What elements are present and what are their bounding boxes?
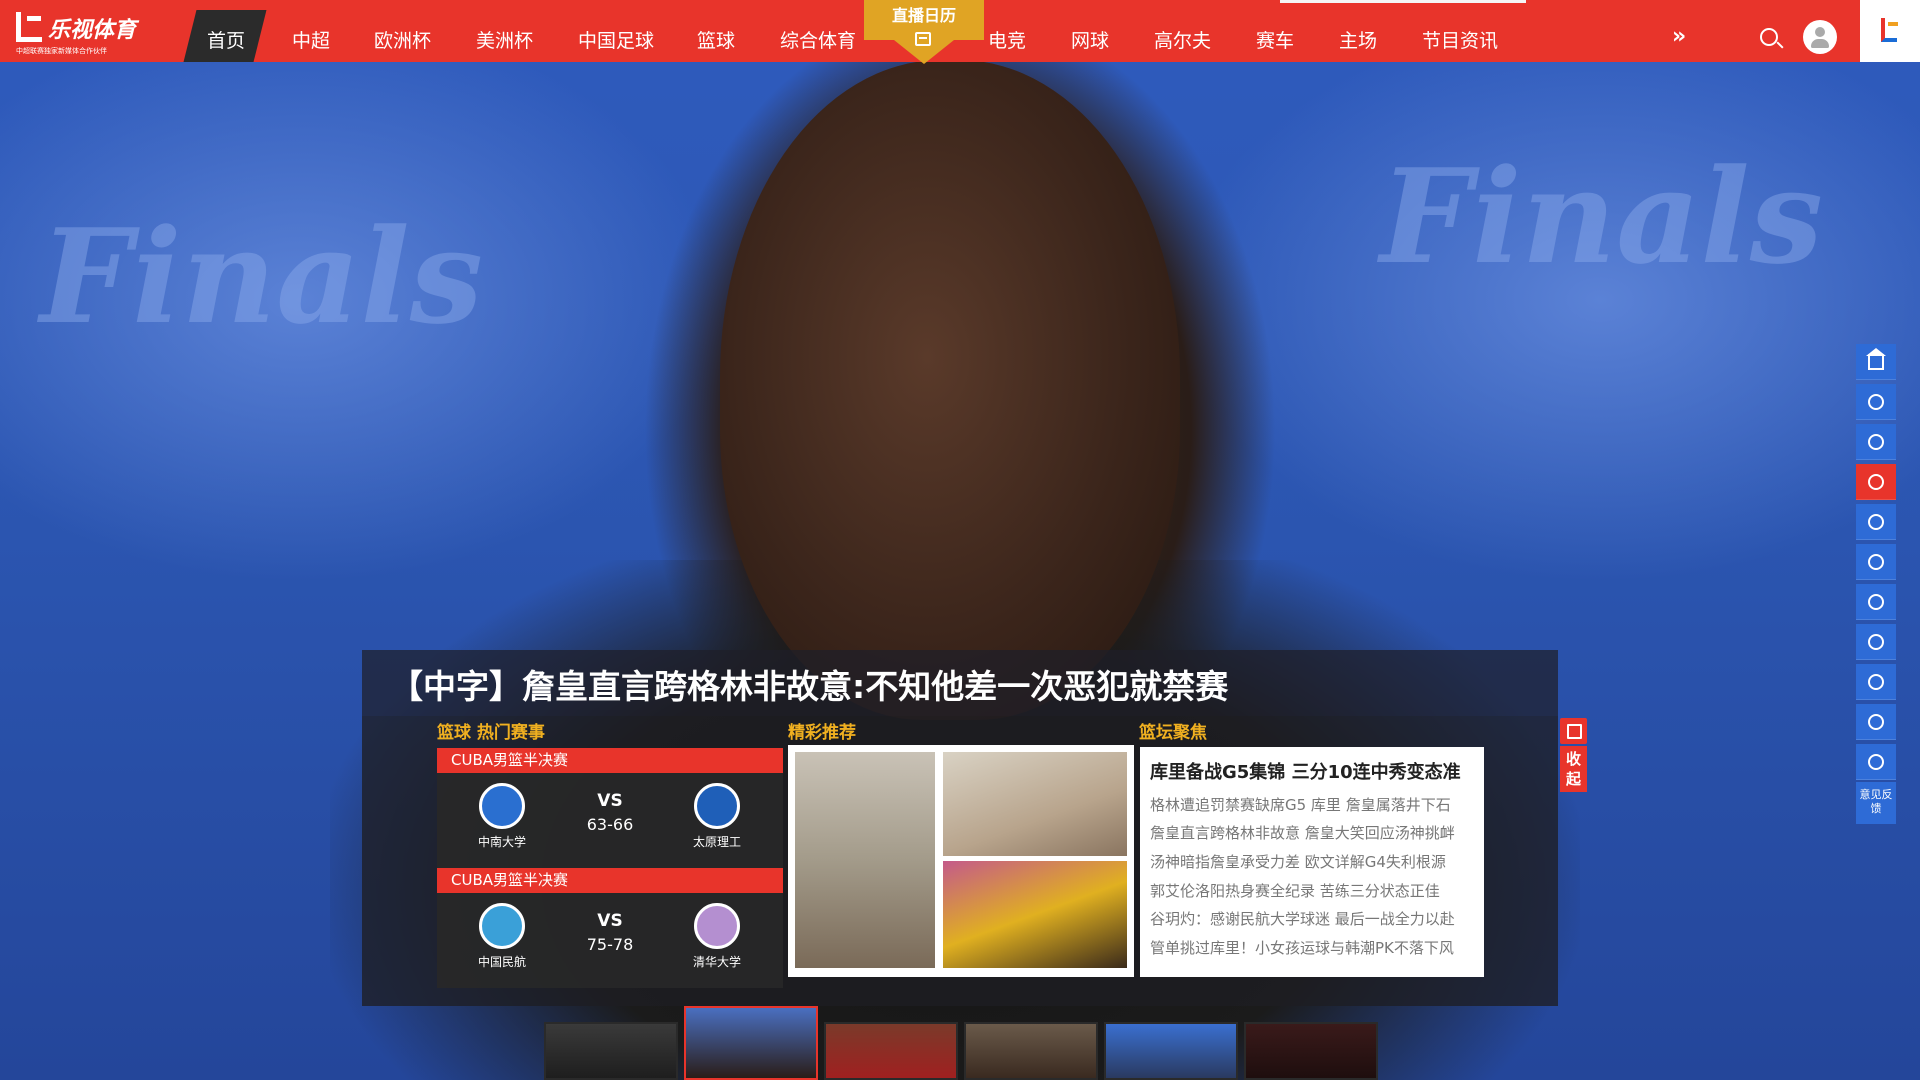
basketball-icon — [1868, 474, 1884, 490]
search-strip — [1280, 0, 1526, 3]
nav-item-basketball[interactable]: 篮球 — [697, 26, 735, 53]
focus-news-item[interactable]: 谷玥灼：感谢民航大学球迷 最后一战全力以赴 — [1150, 908, 1455, 929]
side-football-button[interactable] — [1856, 384, 1896, 420]
checkered-flag-icon — [1868, 674, 1884, 690]
side-golf-button[interactable] — [1856, 624, 1896, 660]
collapse-button[interactable]: 收起 — [1560, 746, 1587, 792]
football-icon — [1868, 394, 1884, 410]
match-score: VS 63-66 — [570, 791, 650, 834]
globe-ball-icon — [1868, 434, 1884, 450]
section-title-focus: 篮坛聚焦 — [1139, 723, 1207, 743]
match-card[interactable]: 中国民航 VS 75-78 清华大学 — [437, 893, 783, 988]
nav-item-programs[interactable]: 节目资讯 — [1422, 26, 1498, 53]
logo-tagline: 中超联赛独家新媒体合作伙伴 — [16, 47, 107, 55]
team-name: 太原理工 — [692, 835, 741, 849]
search-icon[interactable] — [1760, 28, 1778, 46]
match-card[interactable]: 中南大学 VS 63-66 太原理工 — [437, 773, 783, 868]
nav-item-racing[interactable]: 赛车 — [1256, 26, 1294, 53]
side-home-button[interactable] — [1856, 344, 1896, 380]
medal-icon — [1868, 514, 1884, 530]
side-quick-nav: 意见反馈 — [1856, 344, 1896, 824]
match-score: VS 75-78 — [570, 911, 650, 954]
hero-headline[interactable]: 【中字】詹皇直言跨格林非故意:不知他差一次恶犯就禁赛 — [390, 660, 1228, 708]
recommend-gallery — [788, 745, 1134, 977]
side-outdoor-button[interactable] — [1856, 704, 1896, 740]
match-league-label[interactable]: CUBA男篮半决赛 — [437, 748, 783, 773]
side-cycling-button[interactable] — [1856, 744, 1896, 780]
nav-item-copa[interactable]: 美洲杯 — [476, 26, 533, 53]
gamepad-icon — [1868, 554, 1884, 570]
recommend-thumb-bottom[interactable] — [943, 861, 1127, 968]
nav-item-china-football[interactable]: 中国足球 — [578, 26, 654, 53]
golf-icon — [1868, 634, 1884, 650]
nav-item-esports[interactable]: 电竞 — [988, 26, 1026, 53]
focus-news-item[interactable]: 汤神暗指詹皇承受力差 欧文详解G4失利根源 — [1150, 851, 1446, 872]
player-head — [720, 60, 1180, 720]
mountain-icon — [1868, 714, 1884, 730]
user-avatar-icon[interactable] — [1803, 20, 1837, 54]
team-name: 中国民航 — [477, 955, 526, 969]
share-button[interactable] — [1560, 718, 1587, 744]
team-name: 中南大学 — [477, 835, 526, 849]
carousel-thumb[interactable] — [544, 1022, 678, 1080]
nav-item-home[interactable]: 首页 — [207, 26, 245, 53]
carousel-thumb-active[interactable] — [684, 1006, 818, 1080]
calendar-icon — [915, 32, 931, 46]
nav-item-euro[interactable]: 欧洲杯 — [374, 26, 431, 53]
focus-news-item[interactable]: 詹皇直言跨格林非故意 詹皇大笑回应汤神挑衅 — [1150, 822, 1455, 843]
match-league-label[interactable]: CUBA男篮半决赛 — [437, 868, 783, 893]
nav-item-multisport[interactable]: 综合体育 — [780, 26, 856, 53]
site-logo[interactable]: 乐视体育 中超联赛独家新媒体合作伙伴 — [0, 0, 192, 62]
focus-news-item[interactable]: 郭艾伦洛阳热身赛全纪录 苦练三分状态正佳 — [1150, 880, 1440, 901]
vs-label: VS — [597, 911, 623, 931]
team-name: 清华大学 — [692, 955, 741, 969]
section-title-recommend: 精彩推荐 — [788, 723, 856, 743]
more-chevron-icon[interactable]: » — [1672, 24, 1686, 49]
section-title-hot-events: 篮球 热门赛事 — [437, 723, 545, 743]
team-badge-icon — [694, 903, 740, 949]
finals-watermark-right: Finals — [1380, 140, 1824, 293]
live-calendar-tab[interactable]: 直播日历 — [864, 0, 984, 64]
carousel-thumb[interactable] — [964, 1022, 1098, 1080]
nav-item-home-court[interactable]: 主场 — [1339, 26, 1377, 53]
tennis-racket-icon — [1868, 594, 1884, 610]
letv-mark-icon — [1881, 18, 1898, 42]
finals-watermark-left: Finals — [40, 200, 484, 353]
logo-text: 乐视体育 — [48, 18, 137, 43]
side-medal-button[interactable] — [1856, 504, 1896, 540]
focus-headline[interactable]: 库里备战G5集锦 三分10连中秀变态准 — [1150, 758, 1461, 784]
nav-item-tennis[interactable]: 网球 — [1071, 26, 1109, 53]
away-team[interactable]: 太原理工 — [672, 783, 762, 850]
side-feedback-button[interactable]: 意见反馈 — [1856, 782, 1896, 824]
cycling-icon — [1868, 754, 1884, 770]
side-tennis-button[interactable] — [1856, 584, 1896, 620]
side-esports-button[interactable] — [1856, 544, 1896, 580]
focus-news-item[interactable]: 格林遭追罚禁赛缺席G5 库里 詹皇属落井下石 — [1150, 794, 1451, 815]
calendar-tab-label: 直播日历 — [891, 6, 956, 25]
score-value: 63-66 — [586, 815, 634, 834]
team-badge-icon — [479, 783, 525, 829]
side-racing-button[interactable] — [1856, 664, 1896, 700]
recommend-thumb-top[interactable] — [943, 752, 1127, 856]
side-basketball-button[interactable] — [1856, 464, 1896, 500]
carousel-thumb[interactable] — [824, 1022, 958, 1080]
letv-corner-logo[interactable] — [1860, 0, 1920, 62]
home-icon — [1866, 348, 1886, 370]
home-team[interactable]: 中南大学 — [457, 783, 547, 850]
team-badge-icon — [694, 783, 740, 829]
nav-item-golf[interactable]: 高尔夫 — [1154, 26, 1211, 53]
letv-logo-icon — [16, 12, 42, 42]
recommend-thumb-large[interactable] — [795, 752, 935, 968]
team-badge-icon — [479, 903, 525, 949]
home-team[interactable]: 中国民航 — [457, 903, 547, 970]
nav-item-csl[interactable]: 中超 — [292, 26, 330, 53]
vs-label: VS — [597, 791, 623, 811]
carousel-thumb[interactable] — [1104, 1022, 1238, 1080]
away-team[interactable]: 清华大学 — [672, 903, 762, 970]
side-world-football-button[interactable] — [1856, 424, 1896, 460]
focus-news-item[interactable]: 管单挑过库里！小女孩运球与韩潮PK不落下风 — [1150, 937, 1454, 958]
score-value: 75-78 — [586, 935, 634, 954]
carousel-thumb[interactable] — [1244, 1022, 1378, 1080]
